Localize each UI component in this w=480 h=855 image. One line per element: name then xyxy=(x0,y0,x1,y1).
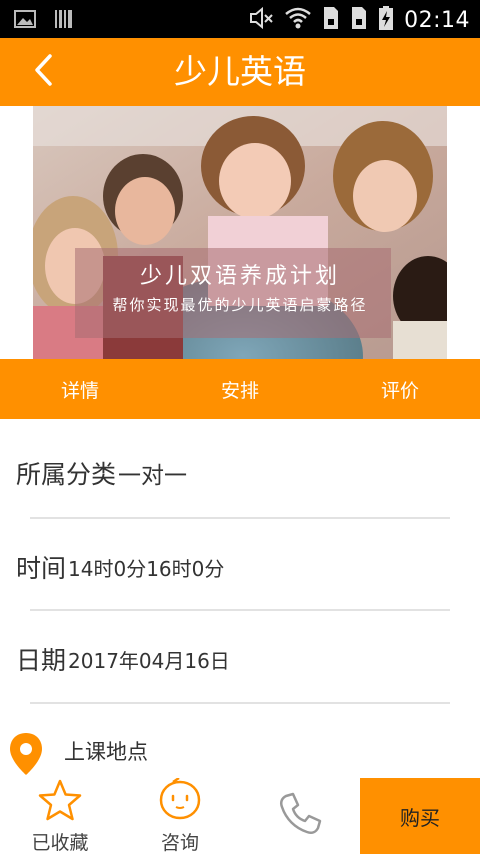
banner-subline: 帮你实现最优的少儿英语启蒙路径 xyxy=(112,296,368,314)
tab-reviews[interactable]: 评价 xyxy=(320,359,480,419)
star-icon xyxy=(37,778,83,826)
date-text: 日期 2017年04月16日 xyxy=(16,614,230,704)
barcode-icon xyxy=(54,9,74,33)
category-label: 所属分类 xyxy=(16,460,117,489)
status-bar: 02:14 xyxy=(0,0,480,38)
tab-details[interactable]: 详情 xyxy=(0,359,160,419)
page-title: 少儿英语 xyxy=(174,52,306,91)
status-bar-right: 02:14 xyxy=(248,5,470,35)
divider xyxy=(30,609,450,611)
category-text: 所属分类 一对一 xyxy=(16,428,187,518)
time-row: 时间 14时0分16时0分 xyxy=(0,522,480,612)
category-value: 一对一 xyxy=(118,463,188,489)
time-value: 14时0分16时0分 xyxy=(68,556,225,581)
banner-photo xyxy=(33,106,447,360)
battery-charging-icon xyxy=(378,5,394,35)
status-bar-left xyxy=(14,9,74,33)
wifi-icon xyxy=(284,6,312,34)
divider xyxy=(30,517,450,519)
date-row: 日期 2017年04月16日 xyxy=(0,614,480,704)
date-label: 日期 xyxy=(16,646,67,675)
location-label: 上课地点 xyxy=(64,740,148,764)
buy-button[interactable]: 购买 xyxy=(360,778,480,854)
image-icon xyxy=(14,10,36,32)
favorite-button[interactable]: 已收藏 xyxy=(20,778,100,854)
status-time: 02:14 xyxy=(404,7,470,33)
sim-icon xyxy=(322,5,340,35)
consult-button[interactable]: 咨询 xyxy=(140,776,220,854)
banner-headline: 少儿双语养成计划 xyxy=(139,264,340,289)
time-text: 时间 14时0分16时0分 xyxy=(16,522,224,612)
app-bar: 少儿英语 xyxy=(0,38,480,106)
divider xyxy=(30,702,450,704)
phone-icon xyxy=(276,790,324,842)
time-label: 时间 xyxy=(16,554,67,583)
category-row: 所属分类 一对一 xyxy=(0,428,480,518)
mute-icon xyxy=(248,5,274,35)
chat-face-icon xyxy=(157,776,203,826)
favorite-label: 已收藏 xyxy=(31,832,89,854)
course-banner-image: 少儿双语养成计划 帮你实现最优的少儿英语启蒙路径 xyxy=(33,106,447,360)
consult-label: 咨询 xyxy=(160,832,199,854)
detail-tabs: 详情 安排 评价 xyxy=(0,359,480,419)
phone-button[interactable] xyxy=(270,778,330,854)
tab-schedule[interactable]: 安排 xyxy=(160,359,320,419)
map-pin-icon xyxy=(8,731,44,781)
date-value: 2017年04月16日 xyxy=(68,648,230,673)
bottom-action-bar: 已收藏 咨询 购买 xyxy=(0,776,480,854)
sim-icon xyxy=(350,5,368,35)
location-row[interactable]: 上课地点 xyxy=(0,726,480,778)
